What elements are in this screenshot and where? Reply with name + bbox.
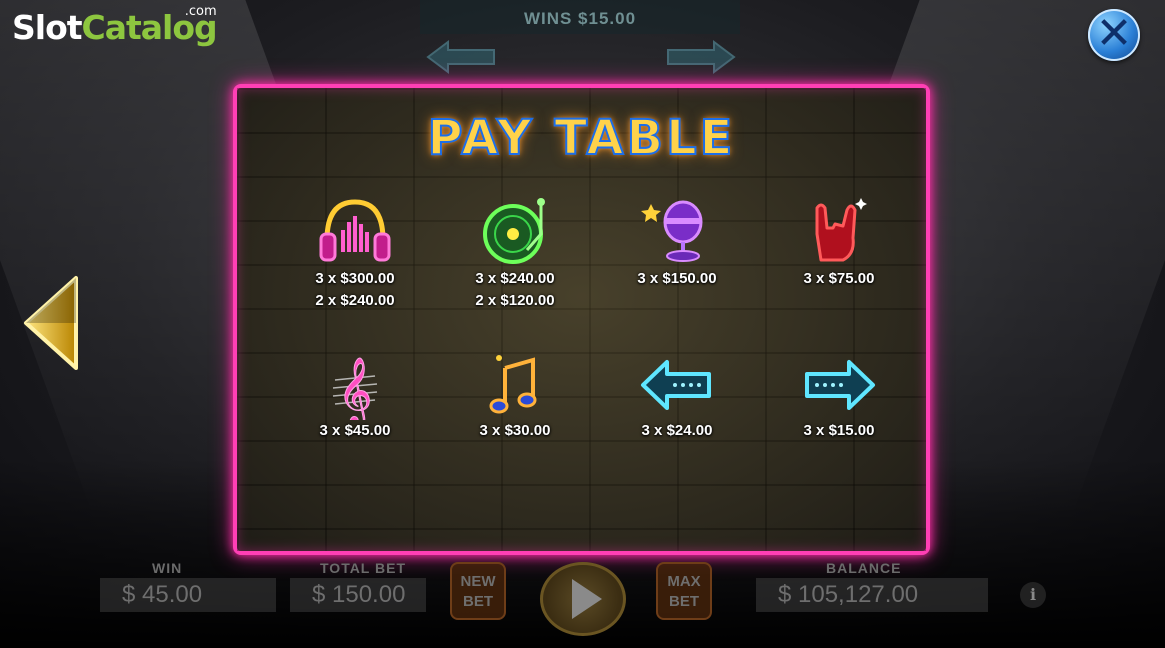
max-bet-button[interactable]: MAX BET [656,562,712,620]
balance-value: $ 105,127.00 [756,578,988,612]
rock-hand-icon [815,198,867,262]
left-arrow-icon [641,360,711,410]
paytable-title: PAY TABLE [427,109,736,167]
payout-line: 3 x $75.00 [803,270,875,287]
background-reel-strip [420,36,740,82]
slotcatalog-logo: SlotCatalog .com [12,4,218,47]
payout-line: 3 x $15.00 [803,422,875,439]
spin-button[interactable] [540,562,626,636]
total-bet-label: TOTAL BET [320,560,406,576]
previous-page-arrow-button[interactable] [22,274,82,372]
close-icon: ✕ [1095,7,1133,59]
right-arrow-icon [805,360,875,410]
win-value: $ 45.00 [100,578,276,612]
payout-line: 2 x $240.00 [315,292,395,309]
total-bet-value: $ 150.00 [290,578,426,612]
treble-clef-icon: 𝄞 [332,356,378,420]
payout-line: 2 x $120.00 [475,292,555,309]
svg-text:𝄞: 𝄞 [338,356,372,420]
info-button[interactable]: i [1020,582,1046,608]
microphone-icon [641,200,703,262]
paytable-symbol-treble-clef: 𝄞 3 x $45.00 [275,350,435,442]
paytable-panel: PAY TABLE 3 x $300.00 2 x $240.00 3 x $2… [233,84,930,555]
paytable-symbol-headphones: 3 x $300.00 2 x $240.00 [275,194,435,312]
payout-line: 3 x $150.00 [637,270,717,287]
paytable-symbol-right-arrow: 3 x $15.00 [759,350,919,442]
play-icon [572,579,602,619]
win-label: WIN [152,560,183,576]
headphones-icon [319,199,391,262]
paytable-symbol-left-arrow: 3 x $24.00 [597,350,757,442]
payout-line: 3 x $30.00 [479,422,551,439]
payout-line: 3 x $24.00 [641,422,713,439]
paytable-symbol-music-note: 3 x $30.00 [435,350,595,442]
payout-line: 3 x $240.00 [475,270,555,287]
bottom-control-bar: WIN $ 45.00 TOTAL BET $ 150.00 NEW BET M… [0,558,1165,648]
paytable-symbol-vinyl: 3 x $240.00 2 x $120.00 [435,194,595,312]
close-button[interactable]: ✕ [1088,9,1140,61]
ghost-right-arrow-icon [667,40,736,74]
payout-line: 3 x $45.00 [319,422,391,439]
paytable-symbol-microphone: 3 x $150.00 [597,194,757,290]
balance-label: BALANCE [826,560,902,576]
ghost-left-arrow-icon [426,40,495,74]
vinyl-record-icon [483,198,545,264]
music-note-icon [489,355,537,414]
payout-line: 3 x $300.00 [315,270,395,287]
new-bet-button[interactable]: NEW BET [450,562,506,620]
paytable-symbol-rock-hand: 3 x $75.00 [759,194,919,290]
background-wins-display: WINS $15.00 [420,0,740,34]
